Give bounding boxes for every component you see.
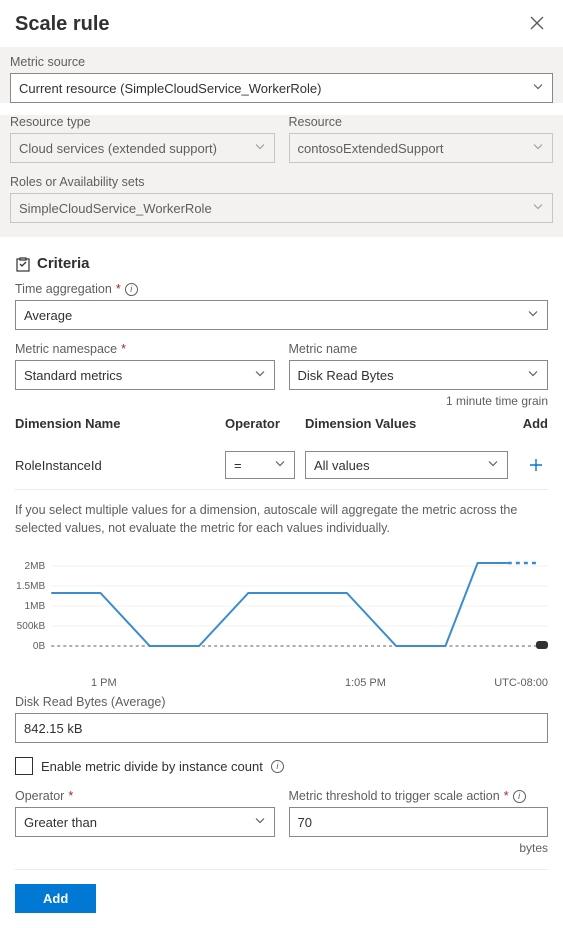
operator-value: Greater than [24, 815, 97, 830]
threshold-input[interactable]: 70 [289, 807, 549, 837]
add-button[interactable]: Add [15, 884, 96, 913]
chevron-down-icon [274, 458, 286, 473]
chevron-down-icon [532, 141, 544, 156]
dimension-op-value: = [234, 458, 242, 473]
xtick: 1:05 PM [345, 677, 386, 689]
info-icon[interactable]: i [513, 790, 526, 803]
close-button[interactable] [526, 10, 548, 39]
dimension-op-select[interactable]: = [225, 451, 295, 479]
time-agg-select[interactable]: Average [15, 300, 548, 330]
metric-display-value: 842.15 kB [15, 713, 548, 743]
chart-marker [536, 641, 548, 649]
divide-by-instance-checkbox[interactable] [15, 757, 33, 775]
chevron-down-icon [254, 815, 266, 830]
metric-namespace-select[interactable]: Standard metrics [15, 360, 275, 390]
info-icon[interactable]: i [271, 760, 284, 773]
dimension-name: RoleInstanceId [15, 458, 225, 473]
close-icon [530, 16, 544, 30]
time-agg-value: Average [24, 308, 72, 323]
chevron-down-icon [527, 368, 539, 383]
resource-type-select: Cloud services (extended support) [10, 133, 275, 163]
time-grain-hint: 1 minute time grain [15, 394, 548, 408]
dim-head-op: Operator [225, 416, 295, 431]
resource-select: contosoExtendedSupport [289, 133, 554, 163]
chevron-down-icon [527, 308, 539, 323]
info-icon[interactable]: i [125, 283, 138, 296]
ytick: 500kB [17, 621, 46, 632]
metric-source-select[interactable]: Current resource (SimpleCloudService_Wor… [10, 73, 553, 103]
plus-icon [528, 457, 544, 473]
threshold-label: Metric threshold to trigger scale action… [289, 789, 549, 803]
resource-type-label: Resource type [10, 115, 275, 129]
dim-head-vals: Dimension Values [295, 416, 508, 431]
resource-type-value: Cloud services (extended support) [19, 141, 217, 156]
xtick: 1 PM [91, 677, 117, 689]
divide-by-instance-label: Enable metric divide by instance count [41, 759, 263, 774]
dimension-vals-select[interactable]: All values [305, 451, 508, 479]
dim-head-name: Dimension Name [15, 416, 225, 431]
criteria-icon [15, 256, 31, 272]
add-dimension-button[interactable] [524, 453, 548, 477]
chart-series-line [51, 563, 508, 646]
time-agg-label: Time aggregation* i [15, 282, 548, 296]
dimension-vals-value: All values [314, 458, 370, 473]
dim-head-add: Add [508, 416, 548, 431]
chevron-down-icon [487, 458, 499, 473]
panel-title: Scale rule [15, 13, 110, 36]
ytick: 2MB [25, 561, 46, 572]
chevron-down-icon [254, 368, 266, 383]
metric-chart: 2MB 1.5MB 1MB 500kB 0B [15, 551, 548, 671]
criteria-title: Criteria [37, 255, 90, 272]
operator-label: Operator* [15, 789, 275, 803]
roles-label: Roles or Availability sets [10, 175, 553, 189]
roles-value: SimpleCloudService_WorkerRole [19, 201, 212, 216]
dimension-row: RoleInstanceId = All values [15, 441, 548, 490]
chevron-down-icon [254, 141, 266, 156]
chevron-down-icon [532, 81, 544, 96]
metric-source-label: Metric source [10, 55, 553, 69]
metric-name-select[interactable]: Disk Read Bytes [289, 360, 549, 390]
resource-value: contosoExtendedSupport [298, 141, 444, 156]
operator-select[interactable]: Greater than [15, 807, 275, 837]
dimension-help-text: If you select multiple values for a dime… [15, 502, 548, 537]
metric-namespace-value: Standard metrics [24, 368, 122, 383]
ytick: 1.5MB [16, 581, 45, 592]
metric-name-value: Disk Read Bytes [298, 368, 394, 383]
chevron-down-icon [532, 201, 544, 216]
roles-select: SimpleCloudService_WorkerRole [10, 193, 553, 223]
metric-source-value: Current resource (SimpleCloudService_Wor… [19, 81, 321, 96]
resource-label: Resource [289, 115, 554, 129]
metric-name-label: Metric name [289, 342, 549, 356]
metric-display-label: Disk Read Bytes (Average) [15, 695, 548, 709]
chart-tz: UTC-08:00 [494, 677, 548, 689]
ytick: 1MB [25, 601, 46, 612]
threshold-unit: bytes [289, 841, 549, 855]
metric-namespace-label: Metric namespace* [15, 342, 275, 356]
ytick: 0B [33, 641, 46, 652]
